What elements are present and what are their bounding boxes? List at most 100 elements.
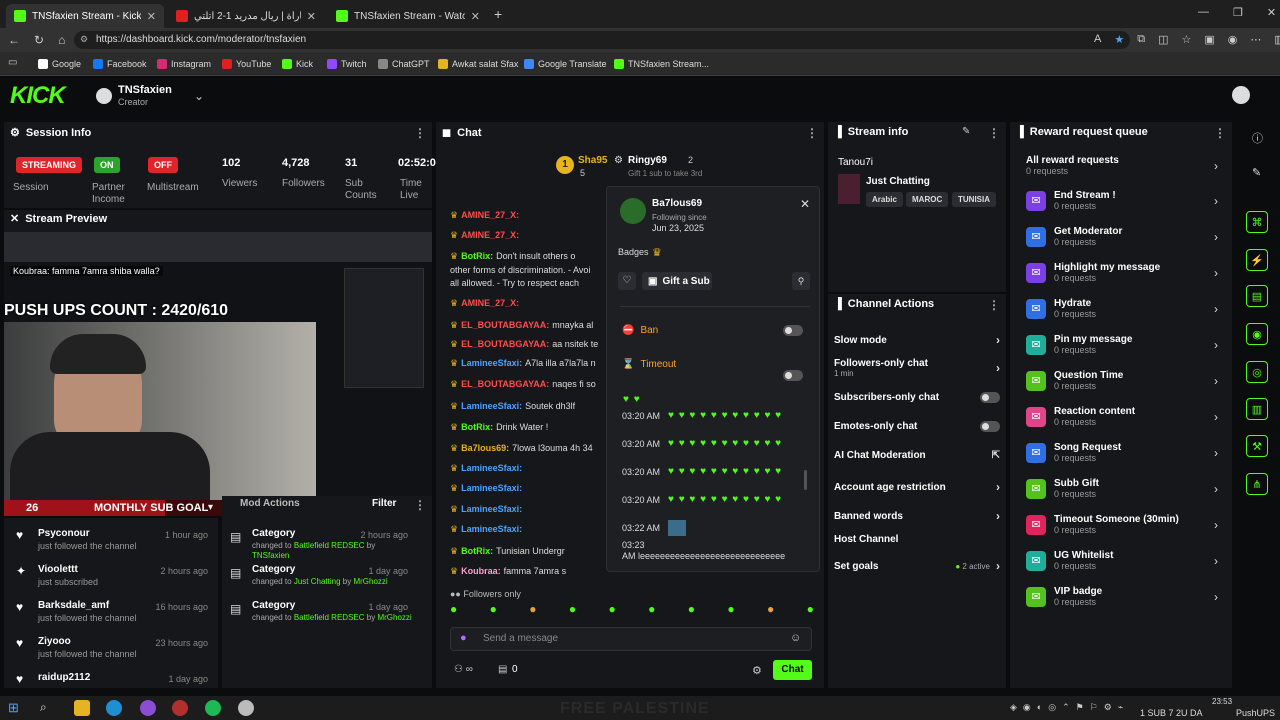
channel-action-row[interactable]: AI Chat Moderation ⇱ (834, 450, 1000, 461)
chat-username[interactable]: Ba7lous69: (461, 443, 509, 453)
chat-settings-gear-icon[interactable]: ⚙ (752, 664, 762, 677)
gifter-1-name[interactable]: Sha95 (578, 155, 607, 166)
profile-icon[interactable]: ◉ (1228, 33, 1238, 46)
chat-username[interactable]: Koubraa: (461, 566, 501, 576)
read-aloud-icon[interactable]: A (1094, 33, 1101, 46)
apps-icon[interactable]: ▭ (8, 57, 17, 68)
reward-item[interactable]: ✉ VIP badge 0 requests › (1026, 586, 1218, 607)
moderator-link[interactable]: MrGhozzi (377, 613, 411, 622)
minimize-icon[interactable]: — (1198, 6, 1209, 19)
chat-message[interactable]: ♛ AMINE_27_X: (450, 296, 600, 310)
channel-actions-menu-icon[interactable]: ⋮ (988, 298, 1000, 312)
close-preview-icon[interactable]: ✕ (10, 212, 19, 225)
chat-users-icon[interactable]: ⚇ ∞ (454, 664, 473, 675)
kick-logo[interactable]: KICK (10, 82, 66, 110)
maximize-icon[interactable]: ❐ (1233, 6, 1243, 19)
microphone-icon[interactable]: ● (460, 632, 467, 644)
home-icon[interactable]: ⌂ (58, 33, 65, 47)
reload-icon[interactable]: ↻ (34, 33, 44, 47)
chat-message[interactable]: all allowed. - Try to respect each (450, 276, 600, 290)
moderator-link[interactable]: MrGhozzi (353, 577, 387, 586)
emote-icon[interactable]: ● (529, 602, 536, 620)
channel-action-row[interactable]: Account age restriction › (834, 480, 1000, 494)
reward-item[interactable]: ✉ Reaction content 0 requests › (1026, 406, 1218, 427)
bookmark-kick[interactable]: Kick (282, 57, 313, 71)
store-icon[interactable]: ▤ (498, 664, 507, 675)
chat-username[interactable]: BotRix: (461, 251, 493, 261)
chat-message[interactable]: other forms of discrimination. - Avoi (450, 263, 600, 277)
chat-username[interactable]: LamineeSfaxi: (461, 358, 522, 368)
filter-button[interactable]: Filter (372, 498, 396, 509)
chat-message[interactable]: ♛ BotRix: Tunisian Undergr (450, 544, 600, 558)
category-link[interactable]: Battlefield REDSEC (294, 613, 365, 622)
system-tray-icons[interactable]: ◈◉◐◎⌃⚑⚐⚙⌁ (1010, 702, 1129, 713)
new-tab-icon[interactable]: + (494, 6, 502, 22)
toggle-switch[interactable] (980, 421, 1000, 432)
windows-start-icon[interactable]: ⊞ (8, 700, 19, 716)
edit-stream-info-icon[interactable]: ✎ (962, 126, 970, 137)
reward-item[interactable]: ✉ Subb Gift 0 requests › (1026, 478, 1218, 499)
emote-icon[interactable]: ● (648, 602, 655, 620)
bookmark-youtube[interactable]: YouTube (222, 57, 271, 71)
reward-item[interactable]: ✉ End Stream ! 0 requests › (1026, 190, 1218, 211)
edit-icon[interactable]: ✎ (1252, 166, 1261, 179)
chat-message[interactable]: ♛ AMINE_27_X: (450, 228, 600, 242)
channel-action-row[interactable]: Banned words › (834, 509, 1000, 523)
reward-item[interactable]: ✉ Question Time 0 requests › (1026, 370, 1218, 391)
chat-message[interactable]: ♛ AMINE_27_X: (450, 208, 600, 222)
chat-username[interactable]: BotRix: (461, 546, 493, 556)
bookmark-google-translate[interactable]: Google Translate (524, 57, 607, 71)
all-reward-requests[interactable]: All reward requests 0 requests › (1026, 155, 1218, 176)
close-user-card-icon[interactable]: ✕ (800, 197, 810, 211)
bookmark-instagram[interactable]: Instagram (157, 57, 211, 71)
emote-icon[interactable]: ● (767, 602, 774, 620)
bookmark-facebook[interactable]: Facebook (93, 57, 147, 71)
user-card-name[interactable]: Ba7lous69 (652, 198, 702, 209)
chat-message[interactable]: ♛ EL_BOUTABGAYAA: naqes fi so (450, 377, 600, 391)
chat-message[interactable]: ♛ Koubraa: famma 7amra s (450, 564, 600, 578)
app-icon[interactable] (238, 700, 254, 716)
close-tab-icon[interactable]: ✕ (147, 10, 156, 23)
emote-icon[interactable]: ● (450, 602, 457, 620)
more-icon[interactable]: ⋯ (1250, 33, 1261, 46)
search-icon[interactable]: ⌕ (40, 700, 47, 715)
moderator-link[interactable]: TNSfaxien (252, 551, 289, 560)
emote-icon[interactable]: ● (490, 602, 497, 620)
chat-message[interactable]: ♛ BotRix: Drink Water ! (450, 420, 600, 434)
chat-message[interactable]: ♛ LamineeSfaxi: (450, 481, 600, 495)
chat-message[interactable]: ♛ LamineeSfaxi: Soutek dh3lf (450, 399, 600, 413)
clock-time[interactable]: 23:53 (1212, 697, 1232, 706)
activity-user[interactable]: Psyconour (38, 528, 90, 539)
close-window-icon[interactable]: ✕ (1267, 6, 1276, 19)
reward-item[interactable]: ✉ Song Request 0 requests › (1026, 442, 1218, 463)
user-avatar[interactable] (1232, 86, 1250, 104)
send-chat-button[interactable]: Chat (773, 660, 812, 680)
flash-icon[interactable]: ⚡ (1246, 249, 1268, 271)
tools-icon[interactable]: ⚒ (1246, 435, 1268, 457)
stream-video[interactable]: Koubraa: famma 7amra shiba walla? PUSH U… (4, 232, 432, 500)
channel-action-row[interactable]: Set goals ● 2 active › (834, 559, 1000, 573)
bookmark-awkat-salat[interactable]: Awkat salat Sfax (438, 57, 518, 71)
url-field[interactable]: https://dashboard.kick.com/moderator/tns… (74, 31, 1130, 49)
document-icon[interactable]: ▤ (1246, 285, 1268, 307)
emote-icon[interactable]: ● (688, 602, 695, 620)
chat-message[interactable]: ♛ EL_BOUTABGAYAA: mnayka al (450, 318, 600, 332)
chat-message[interactable]: ♛ LamineeSfaxi: (450, 522, 600, 536)
mod-actions-menu-icon[interactable]: ⋮ (414, 498, 426, 512)
chat-username[interactable]: EL_BOUTABGAYAA: (461, 320, 549, 330)
category-link[interactable]: Battlefield REDSEC (294, 541, 365, 550)
split-screen-icon[interactable]: ◫ (1158, 33, 1168, 46)
channel-action-row[interactable]: Slow mode › (834, 333, 1000, 347)
app-icon[interactable] (140, 700, 156, 716)
chat-menu-icon[interactable]: ⋮ (806, 126, 818, 140)
edge-icon[interactable] (106, 700, 122, 716)
activity-user[interactable]: raidup2112 (38, 672, 90, 683)
timeout-toggle[interactable] (783, 370, 803, 381)
obs-icon[interactable] (172, 700, 188, 716)
broadcast-icon[interactable]: ◎ (1246, 361, 1268, 383)
favorite-star-icon[interactable]: ★ (1114, 33, 1124, 46)
chat-username[interactable]: EL_BOUTABGAYAA: (461, 339, 549, 349)
bookmark-twitch[interactable]: Twitch (327, 57, 367, 71)
toggle-switch[interactable] (980, 392, 1000, 403)
channel-action-row[interactable]: Host Channel (834, 534, 1000, 545)
